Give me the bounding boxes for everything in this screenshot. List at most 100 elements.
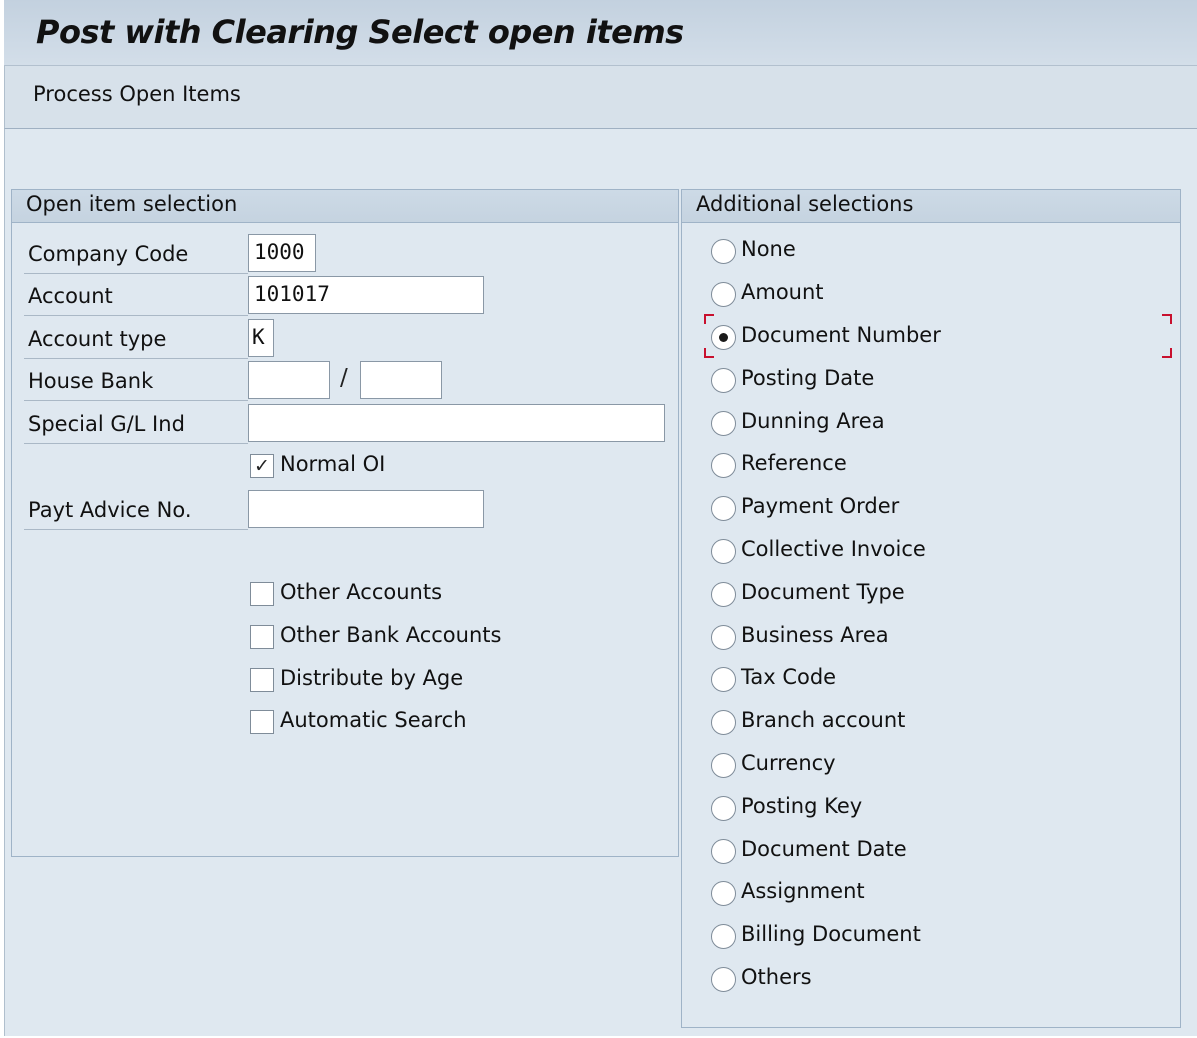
special-gl-row: Special G/L Ind [24, 404, 665, 444]
radio-circle[interactable] [711, 368, 736, 393]
account-label: Account [24, 276, 248, 316]
radio-currency[interactable]: Currency [711, 749, 1151, 783]
account-type-row: Account type K [24, 319, 664, 359]
radio-circle[interactable] [711, 453, 736, 478]
distribute-by-age-checkbox[interactable]: Distribute by Age [250, 664, 650, 698]
radio-circle[interactable] [711, 753, 736, 778]
radio-circle[interactable] [711, 796, 736, 821]
radio-label: Payment Order [741, 494, 900, 518]
automatic-search-label: Automatic Search [280, 708, 467, 732]
radio-label: Branch account [741, 708, 906, 732]
radio-billing-document[interactable]: Billing Document [711, 920, 1151, 954]
automatic-search-checkbox[interactable]: Automatic Search [250, 706, 650, 740]
radio-tax-code[interactable]: Tax Code [711, 663, 1151, 697]
focus-corner-bottom-left [704, 348, 714, 358]
normal-oi-checkmark[interactable]: ✓ [250, 454, 274, 478]
checkbox-box[interactable] [250, 625, 274, 649]
account-id-input[interactable] [360, 361, 442, 399]
process-open-items-button[interactable]: Process Open Items [33, 82, 241, 106]
account-type-label: Account type [24, 319, 248, 359]
radio-circle[interactable] [711, 411, 736, 436]
radio-label: Posting Date [741, 366, 875, 390]
radio-posting-key[interactable]: Posting Key [711, 792, 1151, 826]
radio-circle-selected[interactable] [711, 325, 736, 350]
payt-advice-label: Payt Advice No. [24, 490, 248, 530]
special-gl-label: Special G/L Ind [24, 404, 248, 444]
radio-label: Dunning Area [741, 409, 885, 433]
radio-label: Amount [741, 280, 824, 304]
radio-label: Business Area [741, 623, 889, 647]
radio-circle[interactable] [711, 967, 736, 992]
account-type-input[interactable]: K [248, 319, 274, 357]
radio-circle[interactable] [711, 667, 736, 692]
radio-none[interactable]: None [711, 235, 1151, 269]
radio-circle[interactable] [711, 625, 736, 650]
normal-oi-checkbox[interactable]: ✓ Normal OI [250, 450, 650, 484]
radio-business-area[interactable]: Business Area [711, 621, 1151, 655]
radio-label: Posting Key [741, 794, 863, 818]
checkbox-box[interactable] [250, 582, 274, 606]
radio-label: Billing Document [741, 922, 921, 946]
radio-circle[interactable] [711, 839, 736, 864]
page-title: Post with Clearing Select open items [36, 13, 684, 51]
radio-collective-invoice[interactable]: Collective Invoice [711, 535, 1151, 569]
open-item-selection-title: Open item selection [12, 190, 678, 223]
radio-payment-order[interactable]: Payment Order [711, 492, 1151, 526]
radio-circle[interactable] [711, 710, 736, 735]
radio-document-number[interactable]: Document Number [711, 321, 1151, 355]
open-item-selection-group: Open item selection Company Code 1000 Ac… [11, 189, 679, 857]
radio-label: Others [741, 965, 812, 989]
payt-advice-row: Payt Advice No. [24, 490, 664, 530]
company-code-input[interactable]: 1000 [248, 234, 316, 272]
focus-corner-top-left [704, 314, 714, 324]
focus-corner-bottom-right [1162, 348, 1172, 358]
radio-document-date[interactable]: Document Date [711, 835, 1151, 869]
radio-posting-date[interactable]: Posting Date [711, 364, 1151, 398]
house-bank-input[interactable] [248, 361, 330, 399]
radio-reference[interactable]: Reference [711, 449, 1151, 483]
radio-label: Collective Invoice [741, 537, 926, 561]
radio-circle[interactable] [711, 496, 736, 521]
radio-circle[interactable] [711, 582, 736, 607]
radio-label: Tax Code [741, 665, 837, 689]
additional-selections-group: Additional selections None Amount Docume… [681, 189, 1181, 1028]
other-bank-accounts-checkbox[interactable]: Other Bank Accounts [250, 621, 650, 655]
house-bank-label: House Bank [24, 361, 248, 401]
other-accounts-label: Other Accounts [280, 580, 443, 604]
other-accounts-checkbox[interactable]: Other Accounts [250, 578, 650, 612]
other-bank-accounts-label: Other Bank Accounts [280, 623, 502, 647]
house-bank-row: House Bank / [24, 361, 664, 401]
radio-document-type[interactable]: Document Type [711, 578, 1151, 612]
application-toolbar: Process Open Items [4, 66, 1197, 129]
radio-label: Document Type [741, 580, 905, 604]
radio-label: None [741, 237, 796, 261]
radio-circle[interactable] [711, 539, 736, 564]
payt-advice-input[interactable] [248, 490, 484, 528]
radio-assignment[interactable]: Assignment [711, 877, 1151, 911]
distribute-by-age-label: Distribute by Age [280, 666, 464, 690]
company-code-label: Company Code [24, 234, 248, 274]
account-row: Account 101017 [24, 276, 664, 316]
radio-others[interactable]: Others [711, 963, 1151, 997]
account-input[interactable]: 101017 [248, 276, 484, 314]
focus-corner-top-right [1162, 314, 1172, 324]
radio-label: Assignment [741, 879, 865, 903]
radio-circle[interactable] [711, 239, 736, 264]
checkbox-box[interactable] [250, 668, 274, 692]
radio-branch-account[interactable]: Branch account [711, 706, 1151, 740]
radio-amount[interactable]: Amount [711, 278, 1151, 312]
checkbox-box[interactable] [250, 710, 274, 734]
radio-circle[interactable] [711, 924, 736, 949]
normal-oi-label: Normal OI [280, 452, 386, 476]
radio-dunning-area[interactable]: Dunning Area [711, 407, 1151, 441]
radio-label: Document Number [741, 323, 941, 347]
radio-label: Document Date [741, 837, 907, 861]
special-gl-input[interactable] [248, 404, 665, 442]
title-bar: Post with Clearing Select open items [4, 0, 1197, 66]
additional-selections-title: Additional selections [682, 190, 1180, 223]
company-code-row: Company Code 1000 [24, 234, 664, 274]
house-bank-separator: / [340, 365, 348, 391]
radio-label: Reference [741, 451, 847, 475]
radio-circle[interactable] [711, 881, 736, 906]
radio-circle[interactable] [711, 282, 736, 307]
